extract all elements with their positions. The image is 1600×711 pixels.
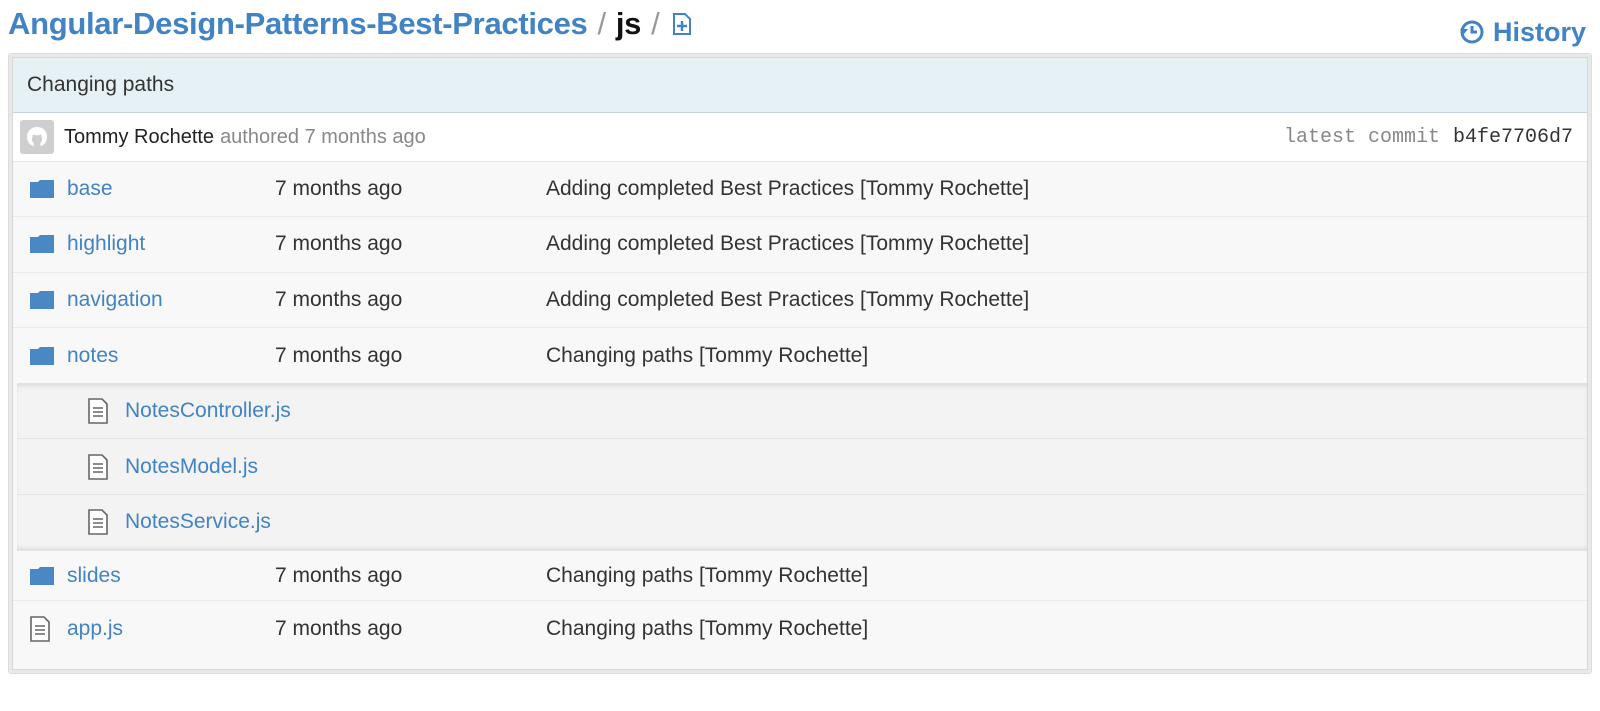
file-row: slides 7 months ago Changing paths [Tomm… <box>13 551 1587 602</box>
file-icon <box>87 453 109 480</box>
file-browser: Changing paths Tommy Rochette authored 7… <box>8 53 1592 674</box>
entry-name-link[interactable]: slides <box>67 564 121 588</box>
breadcrumb-separator: / <box>597 6 606 41</box>
folder-icon <box>29 234 55 254</box>
breadcrumb-current-folder: js <box>615 6 642 41</box>
entry-commit-message[interactable]: Changing paths [Tommy Rochette] <box>546 344 868 368</box>
file-icon <box>87 398 109 425</box>
expanded-folder-contents: NotesController.js NotesModel.js NotesSe… <box>17 383 1587 552</box>
folder-icon <box>29 346 55 366</box>
breadcrumb: Angular-Design-Patterns-Best-Practices /… <box>8 2 693 46</box>
octocat-avatar-icon[interactable] <box>20 120 54 154</box>
commit-sha-link[interactable]: b4fe7706d7 <box>1453 126 1573 149</box>
file-row: navigation 7 months ago Adding completed… <box>13 273 1587 328</box>
history-link[interactable]: History <box>1459 14 1586 50</box>
entry-commit-message[interactable]: Adding completed Best Practices [Tommy R… <box>546 288 1029 312</box>
new-file-icon[interactable] <box>671 12 693 36</box>
folder-icon <box>29 179 55 199</box>
commit-meta-bar: Tommy Rochette authored 7 months ago lat… <box>13 113 1587 162</box>
file-row: notes 7 months ago Changing paths [Tommy… <box>13 328 1587 383</box>
entry-age: 7 months ago <box>275 343 403 367</box>
entry-name-link[interactable]: notes <box>67 344 118 368</box>
file-icon <box>29 615 51 642</box>
breadcrumb-separator: / <box>651 6 660 41</box>
breadcrumb-repo-link[interactable]: Angular-Design-Patterns-Best-Practices <box>8 6 588 42</box>
sub-file-name-link[interactable]: NotesController.js <box>125 399 291 423</box>
file-row: highlight 7 months ago Adding completed … <box>13 217 1587 273</box>
commit-title: Changing paths <box>27 73 175 96</box>
sub-file-name-link[interactable]: NotesModel.js <box>125 455 258 479</box>
file-icon <box>87 509 109 536</box>
commit-authored-time: authored 7 months ago <box>220 125 426 148</box>
folder-icon <box>29 290 55 310</box>
entry-age: 7 months ago <box>275 232 403 256</box>
sub-file-row: NotesController.js <box>17 384 1587 440</box>
latest-commit: latest commit b4fe7706d7 <box>1284 113 1573 162</box>
entry-name-link[interactable]: highlight <box>67 232 145 256</box>
history-label: History <box>1492 16 1586 47</box>
entry-age: 7 months ago <box>275 287 403 311</box>
file-browser-inner: Changing paths Tommy Rochette authored 7… <box>12 57 1588 670</box>
entry-commit-message[interactable]: Changing paths [Tommy Rochette] <box>546 617 868 641</box>
sub-file-row: NotesModel.js <box>17 439 1587 495</box>
commit-title-bar: Changing paths <box>13 58 1587 113</box>
history-icon <box>1459 19 1485 45</box>
repo-file-browser-page: Angular-Design-Patterns-Best-Practices /… <box>0 0 1600 711</box>
entry-name-link[interactable]: navigation <box>67 288 163 312</box>
entry-age: 7 months ago <box>275 177 403 201</box>
entry-commit-message[interactable]: Adding completed Best Practices [Tommy R… <box>546 177 1029 201</box>
latest-commit-label: latest commit <box>1283 126 1440 149</box>
file-row: app.js 7 months ago Changing paths [Tomm… <box>13 601 1587 656</box>
entry-age: 7 months ago <box>275 616 403 640</box>
sub-file-name-link[interactable]: NotesService.js <box>125 510 271 534</box>
entry-name-link[interactable]: base <box>67 177 113 201</box>
entry-commit-message[interactable]: Changing paths [Tommy Rochette] <box>546 564 868 588</box>
entry-name-link[interactable]: app.js <box>67 617 123 641</box>
entry-age: 7 months ago <box>275 563 403 587</box>
commit-author[interactable]: Tommy Rochette <box>64 126 214 149</box>
entry-commit-message[interactable]: Adding completed Best Practices [Tommy R… <box>546 232 1029 256</box>
sub-file-row: NotesService.js <box>17 495 1587 550</box>
file-row: base 7 months ago Adding completed Best … <box>13 162 1587 218</box>
folder-icon <box>29 566 55 586</box>
